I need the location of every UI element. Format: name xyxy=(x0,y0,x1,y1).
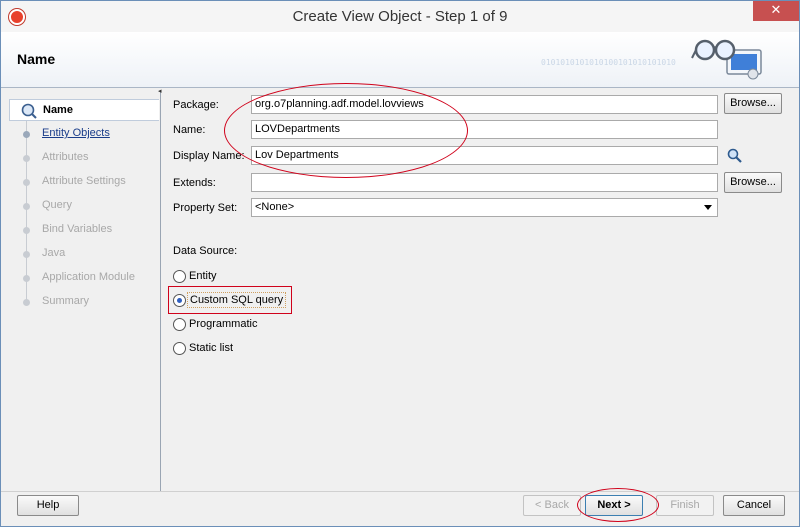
magnifier-icon xyxy=(21,103,37,119)
step-dot-icon xyxy=(23,203,30,210)
nav-step-label: Attribute Settings xyxy=(42,175,126,187)
form-panel: Package: org.o7planning.adf.model.lovvie… xyxy=(163,83,793,491)
footer-bar: Help < Back Next > Finish Cancel xyxy=(1,488,799,526)
step-dot-icon xyxy=(23,275,30,282)
window-title: Create View Object - Step 1 of 9 xyxy=(292,8,508,25)
nav-step-application-module: Application Module xyxy=(7,267,159,289)
radio-entity-label[interactable]: Entity xyxy=(189,270,217,282)
nav-step-label: Application Module xyxy=(42,271,135,283)
nav-step-summary: Summary xyxy=(7,291,159,313)
data-source-label: Data Source: xyxy=(173,245,238,257)
step-dot-icon xyxy=(23,251,30,258)
wizard-header: Name 0101010101010100101010101010 xyxy=(1,32,799,88)
close-button[interactable]: ✕ xyxy=(753,1,799,21)
extends-browse-button[interactable]: Browse... xyxy=(724,172,782,193)
dialog-window: Create View Object - Step 1 of 9 ✕ Name … xyxy=(0,0,800,527)
nav-step-label: Attributes xyxy=(42,151,89,163)
step-dot-icon xyxy=(23,179,30,186)
nav-step-name[interactable]: Name xyxy=(9,99,159,121)
nav-step-java: Java xyxy=(7,243,159,265)
back-button[interactable]: < Back xyxy=(523,495,581,516)
chevron-down-icon xyxy=(704,205,712,210)
finish-button[interactable]: Finish xyxy=(656,495,714,516)
nav-step-label: Java xyxy=(42,247,66,259)
wizard-steps-nav: Name Entity Objects Attributes Attribute… xyxy=(7,91,161,491)
step-title: Name xyxy=(17,51,56,67)
annotation-ellipse-fields xyxy=(224,83,468,178)
search-icon[interactable] xyxy=(726,147,744,165)
property-set-select[interactable]: <None> xyxy=(251,198,718,217)
nav-step-label: Bind Variables xyxy=(42,223,113,235)
package-label: Package: xyxy=(173,99,219,111)
step-dot-icon xyxy=(23,155,30,162)
nav-step-query: Query xyxy=(7,195,159,217)
radio-programmatic[interactable] xyxy=(173,318,186,331)
radio-static-list-label[interactable]: Static list xyxy=(189,342,233,354)
nav-step-label: Summary xyxy=(42,295,90,307)
radio-entity[interactable] xyxy=(173,270,186,283)
property-set-label: Property Set: xyxy=(173,202,238,214)
help-button[interactable]: Help xyxy=(17,495,79,516)
extends-label: Extends: xyxy=(173,177,216,189)
step-dot-icon xyxy=(23,227,30,234)
cancel-button[interactable]: Cancel xyxy=(723,495,785,516)
nav-step-attribute-settings: Attribute Settings xyxy=(7,171,159,193)
property-set-value: <None> xyxy=(255,201,295,213)
annotation-rect-custom-sql xyxy=(168,286,292,314)
step-dot-icon xyxy=(23,299,30,306)
radio-static-list[interactable] xyxy=(173,342,186,355)
step-dot-icon xyxy=(23,131,30,138)
nav-step-bind-variables: Bind Variables xyxy=(7,219,159,241)
title-bar: Create View Object - Step 1 of 9 ✕ xyxy=(1,1,799,32)
package-browse-button[interactable]: Browse... xyxy=(724,93,782,114)
name-label: Name: xyxy=(173,124,206,136)
nav-step-label: Name xyxy=(43,104,73,116)
annotation-ellipse-next xyxy=(577,488,659,522)
glasses-monitor-icon xyxy=(691,39,762,80)
display-name-label: Display Name: xyxy=(173,150,245,162)
nav-step-entity-objects[interactable]: Entity Objects xyxy=(7,123,159,145)
radio-programmatic-label[interactable]: Programmatic xyxy=(189,318,257,330)
header-binary-decoration: 0101010101010100101010101010 xyxy=(541,58,676,67)
nav-step-label[interactable]: Entity Objects xyxy=(42,127,110,139)
nav-step-label: Query xyxy=(42,199,72,211)
nav-step-attributes: Attributes xyxy=(7,147,159,169)
